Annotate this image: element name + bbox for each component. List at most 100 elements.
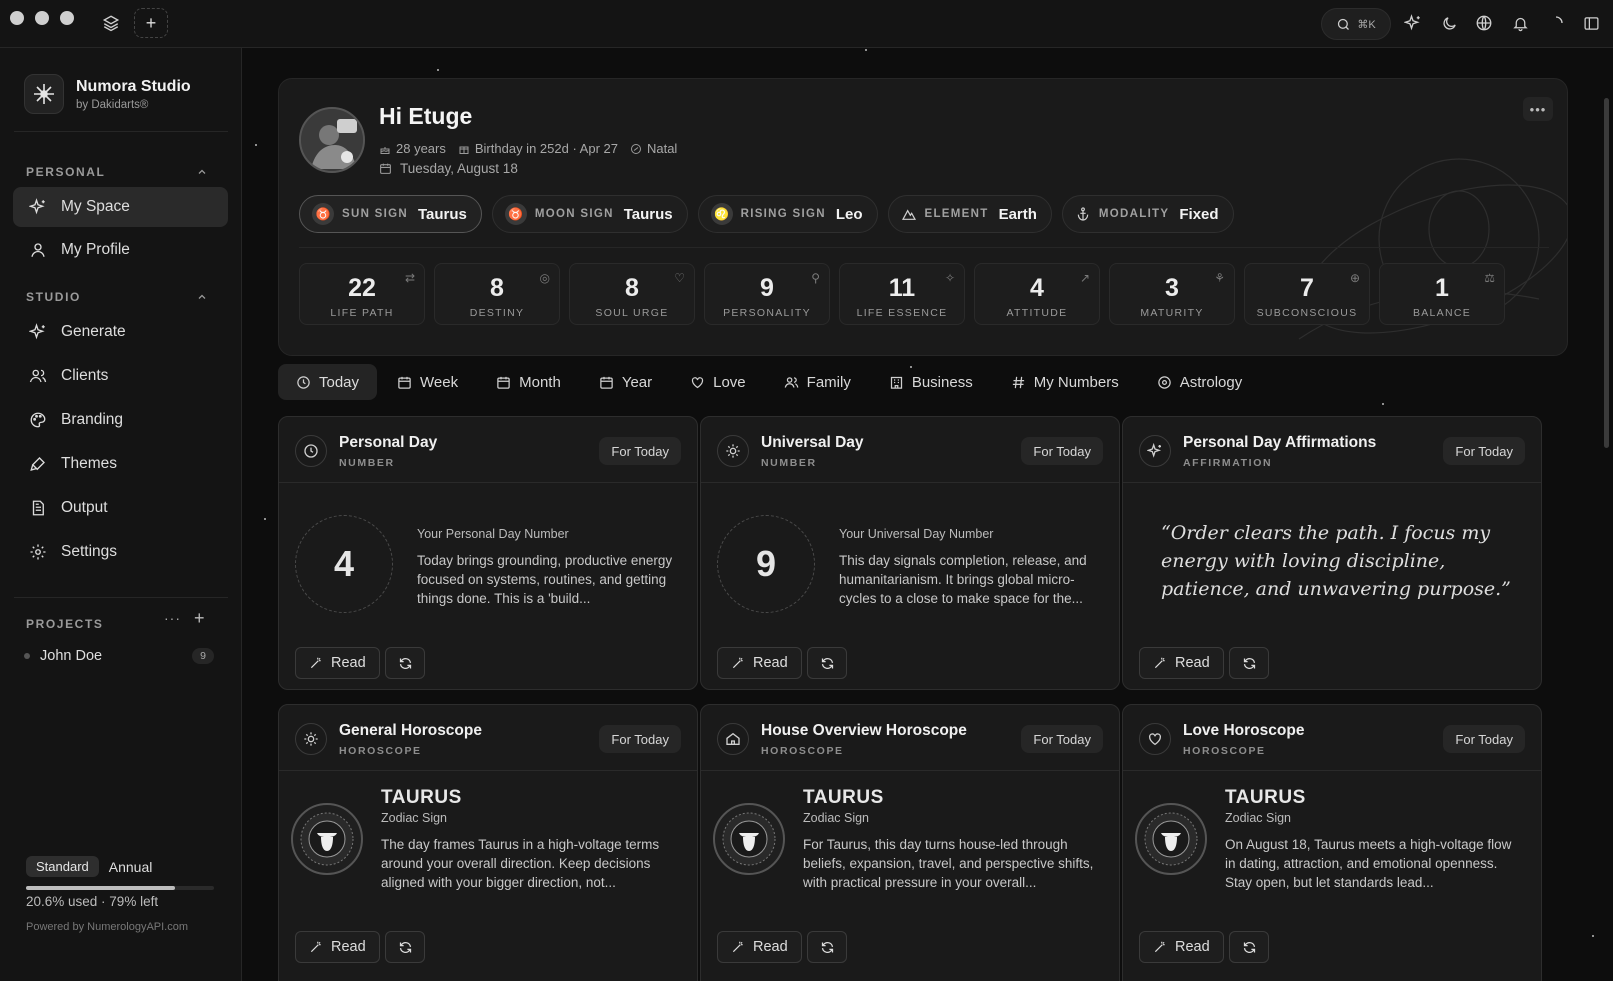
scale-icon: ⚖ (1484, 271, 1495, 285)
subconscious-card[interactable]: ⊕ 7 SUBCONSCIOUS (1244, 263, 1370, 325)
sparkles-icon (1139, 435, 1171, 467)
life-essence-card[interactable]: ✧ 11 LIFE ESSENCE (839, 263, 965, 325)
profile-meta: 28 years Birthday in 252d · Apr 27 Natal (379, 141, 677, 156)
sidebar-item-output[interactable]: Output (13, 488, 228, 528)
period-badge: For Today (599, 725, 681, 753)
card-header: Personal Day NUMBER For Today (279, 417, 697, 483)
general-horoscope-card: General Horoscope HOROSCOPE For Today TA… (278, 704, 698, 981)
read-button[interactable]: Read (1139, 647, 1224, 679)
project-item[interactable]: John Doe 9 (24, 648, 214, 664)
card-kicker: Your Universal Day Number (839, 527, 994, 541)
read-button[interactable]: Read (295, 931, 380, 963)
destiny-card[interactable]: ◎ 8 DESTINY (434, 263, 560, 325)
refresh-button[interactable] (807, 931, 847, 963)
attitude-card[interactable]: ↗ 4 ATTITUDE (974, 263, 1100, 325)
chevron-up-icon[interactable] (196, 291, 208, 303)
read-button[interactable]: Read (1139, 931, 1224, 963)
balance-card[interactable]: ⚖ 1 BALANCE (1379, 263, 1505, 325)
rising-sign-pill[interactable]: ♌ RISING SIGN Leo (697, 195, 878, 233)
sidebar-item-themes[interactable]: Themes (13, 444, 228, 484)
refresh-icon (1243, 941, 1255, 953)
sidebar-item-label: Generate (61, 323, 126, 340)
soul-urge-card[interactable]: ♡ 8 SOUL URGE (569, 263, 695, 325)
divider (14, 597, 228, 598)
read-button[interactable]: Read (717, 647, 802, 679)
brand[interactable]: Numora Studio by Dakidarts® (24, 74, 191, 114)
globe-icon[interactable] (1473, 12, 1495, 34)
day-number-circle: 9 (717, 515, 815, 613)
refresh-button[interactable] (1229, 647, 1269, 679)
layers-icon[interactable] (100, 12, 122, 34)
avatar[interactable] (299, 107, 365, 173)
sign-label: ELEMENT (924, 208, 989, 220)
read-label: Read (331, 939, 366, 955)
bell-icon[interactable] (1509, 12, 1531, 34)
palette-icon (30, 412, 46, 428)
number-label: LIFE PATH (330, 307, 394, 319)
sidebar-item-clients[interactable]: Clients (13, 356, 228, 396)
zodiac-sign-name: TAURUS (1225, 787, 1306, 808)
sign-label: SUN SIGN (342, 208, 408, 220)
element-pill[interactable]: ELEMENT Earth (887, 195, 1052, 233)
projects-more-button[interactable]: ··· (164, 610, 181, 626)
personality-card[interactable]: ⚲ 9 PERSONALITY (704, 263, 830, 325)
number-label: SOUL URGE (595, 307, 669, 319)
powered-by-link[interactable]: Powered by NumerologyAPI.com (26, 921, 188, 933)
window-zoom-button[interactable] (60, 11, 74, 25)
read-button[interactable]: Read (295, 647, 380, 679)
tab-family[interactable]: Family (766, 364, 869, 400)
title-bar: + ⌘K (0, 0, 1613, 48)
sign-value: Taurus (418, 205, 467, 223)
moon-sign-pill[interactable]: ♉ MOON SIGN Taurus (491, 195, 688, 233)
users-icon (29, 369, 47, 383)
chevron-up-icon[interactable] (196, 166, 208, 178)
refresh-button[interactable] (807, 647, 847, 679)
modality-pill[interactable]: MODALITY Fixed (1061, 195, 1234, 233)
tab-week[interactable]: Week (379, 364, 476, 400)
affirmation-card: Personal Day Affirmations AFFIRMATION Fo… (1122, 416, 1542, 690)
brush-icon (30, 457, 45, 471)
greeting-title: Hi Etuge (379, 103, 473, 129)
background-star (264, 518, 266, 520)
period-tabs: Today Week Month Year Love Family Busine… (278, 364, 1260, 400)
card-header: House Overview Horoscope HOROSCOPE For T… (701, 705, 1119, 771)
scrollbar[interactable] (1604, 98, 1609, 448)
sidebar-item-my-profile[interactable]: My Profile (13, 230, 228, 270)
search-button[interactable]: ⌘K (1321, 8, 1391, 40)
tab-year[interactable]: Year (581, 364, 670, 400)
tab-astrology[interactable]: Astrology (1139, 364, 1261, 400)
window-minimize-button[interactable] (35, 11, 49, 25)
tab-my-numbers[interactable]: My Numbers (993, 364, 1137, 400)
maturity-card[interactable]: ⚘ 3 MATURITY (1109, 263, 1235, 325)
refresh-button[interactable] (385, 647, 425, 679)
new-tab-button[interactable]: + (134, 8, 168, 38)
brand-subtitle: by Dakidarts® (76, 98, 149, 111)
moon-icon[interactable] (1438, 12, 1460, 34)
read-label: Read (753, 655, 788, 671)
sidebar-item-branding[interactable]: Branding (13, 400, 228, 440)
life-path-card[interactable]: ⇄ 22 LIFE PATH (299, 263, 425, 325)
tab-label: My Numbers (1033, 373, 1119, 391)
refresh-button[interactable] (1229, 931, 1269, 963)
sidebar-item-my-space[interactable]: My Space (13, 187, 228, 227)
date-row: Tuesday, August 18 (379, 161, 518, 176)
sun-sign-pill[interactable]: ♉ SUN SIGN Taurus (299, 195, 482, 233)
refresh-button[interactable] (385, 931, 425, 963)
tab-month[interactable]: Month (478, 364, 579, 400)
more-options-button[interactable]: ••• (1523, 97, 1553, 121)
read-button[interactable]: Read (717, 931, 802, 963)
sparkles-icon[interactable] (1402, 12, 1424, 34)
sidebar-item-settings[interactable]: Settings (13, 532, 228, 572)
sidebar-item-generate[interactable]: Generate (13, 312, 228, 352)
tab-business[interactable]: Business (871, 364, 991, 400)
section-projects-label: PROJECTS (26, 617, 104, 631)
refresh-icon (821, 657, 833, 669)
sidebar-toggle-icon[interactable] (1580, 12, 1602, 34)
tab-love[interactable]: Love (672, 364, 764, 400)
add-project-button[interactable]: + (194, 608, 205, 629)
window-close-button[interactable] (10, 11, 24, 25)
tab-today[interactable]: Today (278, 364, 378, 400)
universal-day-card: Universal Day NUMBER For Today 9 Your Un… (700, 416, 1120, 690)
brain-icon: ⊕ (1349, 271, 1360, 285)
divider (14, 131, 228, 132)
